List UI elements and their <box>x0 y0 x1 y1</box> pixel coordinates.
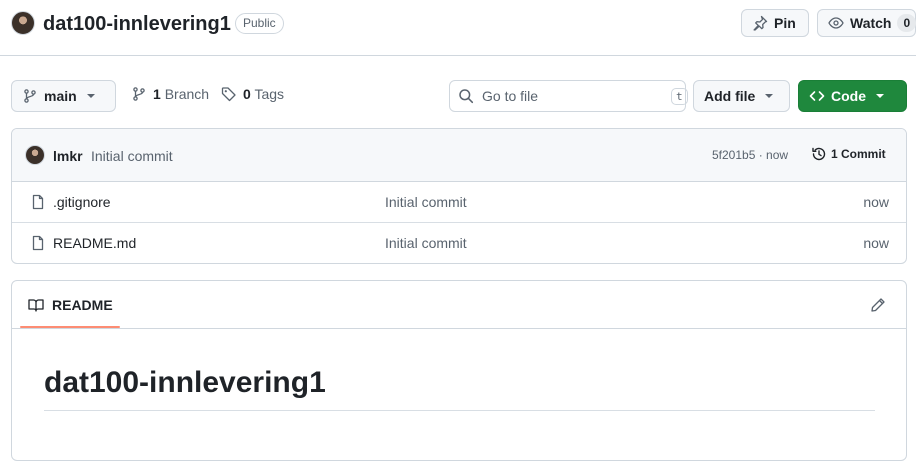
search-input[interactable] <box>482 88 663 104</box>
file-icon <box>30 194 46 210</box>
branch-selector[interactable]: main <box>11 80 116 112</box>
readme-panel: README dat100-innlevering1 <box>11 280 907 461</box>
file-commit-time: now <box>863 194 889 210</box>
commit-count-label: 1 Commit <box>831 147 886 161</box>
file-browser: lmkr Initial commit 5f201b5 · now 1 Comm… <box>11 128 907 264</box>
pin-icon <box>752 15 768 31</box>
chevron-down-icon <box>765 94 774 98</box>
book-icon <box>28 297 44 313</box>
divider <box>12 328 906 329</box>
latest-commit-bar: lmkr Initial commit 5f201b5 · now 1 Comm… <box>12 129 906 182</box>
file-row[interactable]: .gitignore Initial commit now <box>12 182 906 223</box>
keyboard-shortcut-hint: t <box>671 87 688 105</box>
chevron-down-icon <box>86 94 95 98</box>
repo-title[interactable]: dat100-innlevering1 <box>43 11 231 37</box>
commit-author[interactable]: lmkr <box>53 148 83 164</box>
file-row[interactable]: README.md Initial commit now <box>12 223 906 263</box>
tag-count: 0 <box>243 86 251 102</box>
readme-tab-label: README <box>52 297 113 313</box>
branches-link[interactable]: 1 Branch <box>131 86 209 102</box>
branch-count: 1 <box>153 86 161 102</box>
code-icon <box>809 88 825 104</box>
commit-message[interactable]: Initial commit <box>91 148 173 164</box>
watch-button[interactable]: Watch 0 <box>817 9 916 37</box>
author-avatar[interactable] <box>25 145 45 165</box>
watch-count: 0 <box>897 14 916 32</box>
branch-icon <box>22 88 38 104</box>
commit-sha-time[interactable]: 5f201b5 · now <box>712 148 788 162</box>
code-button[interactable]: Code <box>798 80 907 112</box>
history-icon <box>811 146 827 162</box>
tag-icon <box>221 86 237 102</box>
branch-name: main <box>44 88 77 104</box>
file-name[interactable]: README.md <box>53 235 136 251</box>
owner-avatar[interactable] <box>11 11 35 35</box>
heading-rule <box>44 410 875 411</box>
tab-readme[interactable]: README <box>20 281 120 329</box>
pencil-icon[interactable] <box>870 297 886 313</box>
code-label: Code <box>831 88 866 104</box>
pin-label: Pin <box>774 15 796 31</box>
branch-count-label: Branch <box>164 86 210 102</box>
chevron-down-icon <box>876 94 884 98</box>
tag-count-label: Tags <box>254 86 285 102</box>
file-commit-message[interactable]: Initial commit <box>385 194 467 210</box>
tags-link[interactable]: 0 Tags <box>221 86 284 102</box>
file-commit-time: now <box>863 235 889 251</box>
visibility-badge: Public <box>235 13 284 34</box>
branch-icon <box>131 86 147 102</box>
add-file-button[interactable]: Add file <box>693 80 790 112</box>
repo-header: dat100-innlevering1 Public Pin Watch 0 <box>0 0 916 56</box>
search-icon <box>458 88 474 104</box>
file-commit-message[interactable]: Initial commit <box>385 235 467 251</box>
file-icon <box>30 235 46 251</box>
watch-label: Watch <box>850 15 892 31</box>
readme-heading: dat100-innlevering1 <box>44 366 326 399</box>
go-to-file-search[interactable]: t <box>449 80 688 112</box>
pin-button[interactable]: Pin <box>741 9 809 37</box>
file-name[interactable]: .gitignore <box>53 194 111 210</box>
eye-icon <box>828 15 844 31</box>
commit-history-link[interactable]: 1 Commit <box>811 146 886 162</box>
add-file-label: Add file <box>704 88 756 104</box>
